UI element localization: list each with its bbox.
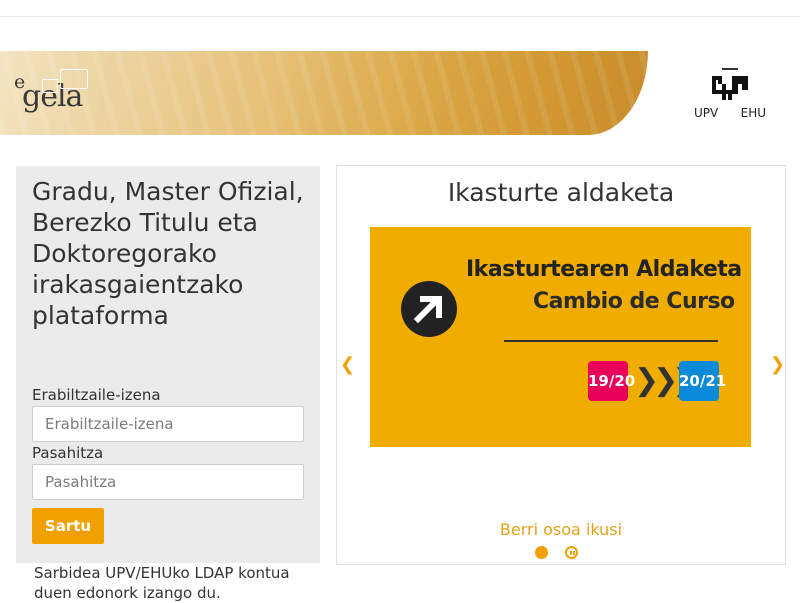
slide-subheadline: Cambio de Curso (533, 289, 735, 314)
username-input[interactable] (32, 406, 304, 442)
read-more-link[interactable]: Berri osoa ikusi (337, 520, 785, 539)
top-bar (0, 0, 800, 17)
year-from-badge: 19/20 (588, 361, 635, 401)
upv-label: UPV (694, 106, 719, 120)
university-emblem-icon (712, 68, 748, 100)
password-label: Pasahitza (32, 444, 104, 462)
header-banner: e gela UPV EHU (0, 51, 800, 135)
ldap-access-note: Sarbidea UPV/EHUko LDAP kontua duen edon… (34, 564, 290, 602)
university-labels: UPV EHU (694, 106, 766, 120)
slide-headline: Ikasturtearen Aldaketa (466, 257, 742, 282)
carousel-slide[interactable]: Ikasturtearen Aldaketa Cambio de Curso 1… (370, 227, 751, 447)
chevron-left-icon[interactable]: ❮ (340, 354, 355, 375)
arrow-up-right-icon (401, 281, 457, 337)
login-panel: Gradu, Master Ofizial, Berezko Titulu et… (16, 166, 320, 563)
password-input[interactable] (32, 464, 304, 500)
carousel-indicator[interactable] (535, 546, 548, 559)
login-button[interactable]: Sartu (32, 508, 104, 544)
arrow-glyph-icon (413, 296, 442, 324)
pause-icon[interactable] (565, 546, 578, 559)
chevron-right-icon[interactable]: ❯ (770, 354, 785, 375)
egela-logo[interactable]: e gela (12, 69, 102, 121)
username-label: Erabiltzaile-izena (32, 386, 161, 404)
carousel-title: Ikasturte aldaketa (447, 178, 675, 207)
year-to-badge: 20/21 (679, 361, 726, 401)
news-carousel: Ikasturte aldaketa Ikasturtearen Aldaket… (336, 165, 786, 565)
device-icon (42, 79, 58, 93)
monitor-icon (60, 69, 88, 89)
slide-divider (504, 340, 718, 342)
ehu-label: EHU (740, 106, 766, 120)
platform-heading: Gradu, Master Ofizial, Berezko Titulu et… (32, 177, 304, 330)
upv-ehu-logo[interactable]: UPV EHU (694, 66, 774, 126)
